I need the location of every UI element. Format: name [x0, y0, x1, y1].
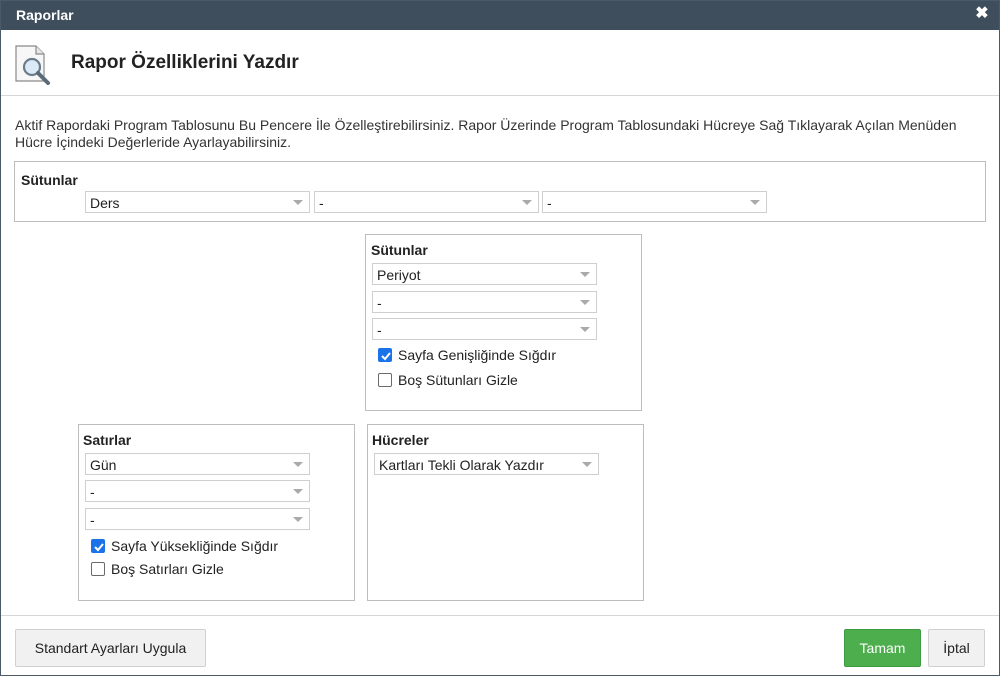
close-icon[interactable]: ✖: [973, 5, 991, 23]
chevron-down-icon: [293, 489, 303, 494]
chevron-down-icon: [750, 200, 760, 205]
column-select-1[interactable]: Periyot: [372, 263, 597, 285]
chevron-down-icon: [580, 300, 590, 305]
row-select-1[interactable]: Gün: [85, 453, 310, 475]
checkbox-unchecked-icon: [91, 562, 105, 576]
column-select-2[interactable]: -: [372, 291, 597, 313]
report-dialog: Raporlar ✖ Rapor Özelliklerini Yazdır Ak…: [0, 0, 1000, 676]
window-title: Raporlar: [16, 7, 74, 23]
chevron-down-icon: [293, 462, 303, 467]
checkbox-checked-icon: [378, 348, 392, 362]
cells-group: Hücreler Kartları Tekli Olarak Yazdır: [367, 424, 644, 601]
description-text: Aktif Rapordaki Program Tablosunu Bu Pen…: [15, 117, 957, 150]
checkbox-unchecked-icon: [378, 373, 392, 387]
chevron-down-icon: [293, 517, 303, 522]
chevron-down-icon: [522, 200, 532, 205]
top-column-select-2[interactable]: -: [314, 191, 539, 213]
row-select-3[interactable]: -: [85, 508, 310, 530]
columns-label: Sütunlar: [371, 242, 428, 258]
ok-button[interactable]: Tamam: [844, 629, 921, 667]
chevron-down-icon: [580, 272, 590, 277]
rows-group: Satırlar Gün - - Sayfa Yüksekliğinde Sığ…: [78, 424, 355, 601]
column-select-3[interactable]: -: [372, 318, 597, 340]
hide-empty-rows-checkbox[interactable]: Boş Satırları Gizle: [91, 561, 291, 579]
fit-page-height-checkbox[interactable]: Sayfa Yüksekliğinde Sığdır: [91, 538, 301, 556]
chevron-down-icon: [582, 462, 592, 467]
top-columns-group: Sütunlar Ders - -: [14, 161, 986, 222]
columns-group: Sütunlar Periyot - - Sayfa Genişliğinde …: [365, 234, 642, 411]
dialog-title: Rapor Özelliklerini Yazdır: [71, 52, 299, 73]
cell-select[interactable]: Kartları Tekli Olarak Yazdır: [374, 453, 599, 475]
dialog-header: Rapor Özelliklerini Yazdır: [1, 30, 999, 96]
apply-defaults-button[interactable]: Standart Ayarları Uygula: [15, 629, 206, 667]
top-column-select-3[interactable]: -: [542, 191, 767, 213]
chevron-down-icon: [293, 200, 303, 205]
top-column-select-1[interactable]: Ders: [85, 191, 310, 213]
dialog-footer: Standart Ayarları Uygula Tamam İptal: [1, 615, 999, 676]
report-search-icon: [15, 45, 50, 85]
rows-label: Satırlar: [83, 432, 132, 448]
title-bar: Raporlar ✖: [1, 1, 999, 30]
fit-page-width-checkbox[interactable]: Sayfa Genişliğinde Sığdır: [378, 347, 578, 365]
checkbox-checked-icon: [91, 539, 105, 553]
row-select-2[interactable]: -: [85, 480, 310, 502]
chevron-down-icon: [580, 327, 590, 332]
cancel-button[interactable]: İptal: [928, 629, 985, 667]
hide-empty-columns-checkbox[interactable]: Boş Sütunları Gizle: [378, 372, 578, 390]
top-columns-label: Sütunlar: [21, 172, 78, 188]
cells-label: Hücreler: [372, 432, 429, 448]
